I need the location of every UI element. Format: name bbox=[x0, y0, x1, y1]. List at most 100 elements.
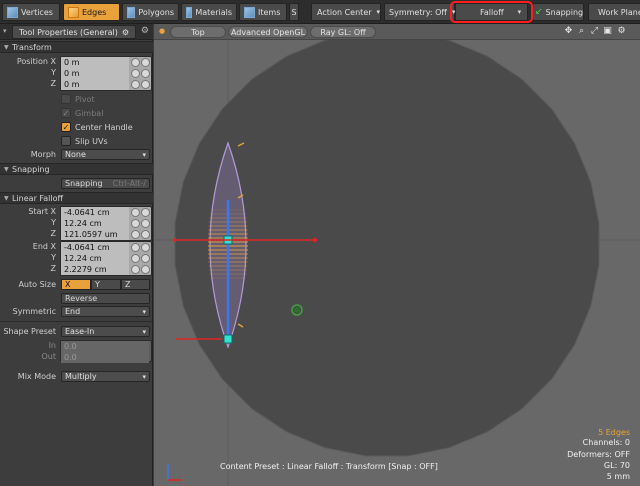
symmetric-label: Symmetric bbox=[12, 307, 56, 316]
view-type-button[interactable]: Top bbox=[170, 26, 226, 38]
gimbal-checkbox[interactable]: ✓ Gimbal bbox=[61, 107, 103, 119]
position-z-channel-icon[interactable] bbox=[130, 80, 150, 89]
end-y-label: Y bbox=[51, 253, 56, 262]
section-transform[interactable]: ▼ Transform bbox=[0, 41, 153, 53]
edges-mode-button[interactable]: Edges bbox=[63, 3, 120, 21]
chevron-down-icon: ▾ bbox=[376, 8, 381, 16]
app-window: Vertices Edges Polygons Materials Items … bbox=[0, 0, 640, 486]
fit-view-icon[interactable]: ⤢ bbox=[589, 26, 600, 37]
position-x-input[interactable]: 0 m bbox=[61, 57, 129, 68]
start-x-channel-icon[interactable] bbox=[130, 208, 150, 217]
snap-magnet-icon: ↙ bbox=[535, 7, 543, 17]
materials-mode-button[interactable]: Materials bbox=[181, 3, 237, 21]
position-y-input[interactable]: 0 m bbox=[61, 68, 129, 79]
end-x-input[interactable]: -4.0641 cm bbox=[61, 242, 129, 253]
start-y-input[interactable]: 12.24 cm bbox=[61, 218, 129, 229]
3d-viewport[interactable]: ● Top Advanced OpenGL Ray GL: Off ✥ ⌕ ⤢ … bbox=[154, 24, 640, 486]
end-z-input[interactable]: 2.2279 cm bbox=[61, 264, 129, 275]
checkmark-icon: ✓ bbox=[61, 108, 71, 118]
materials-cube-icon bbox=[186, 6, 193, 18]
end-x-channel-icon[interactable] bbox=[130, 243, 150, 252]
chevron-down-icon: ▾ bbox=[142, 373, 146, 381]
position-y-channel-icon[interactable] bbox=[130, 69, 150, 78]
end-z-channel-icon[interactable] bbox=[130, 265, 150, 274]
end-z-label: Z bbox=[50, 264, 56, 273]
chevron-down-icon: ▾ bbox=[142, 151, 146, 159]
panel-settings-icon[interactable]: ⚙ bbox=[141, 26, 149, 36]
renderer-button[interactable]: Advanced OpenGL bbox=[228, 26, 308, 38]
viewport-menu-icon[interactable]: ● bbox=[159, 27, 165, 35]
collapse-triangle-icon: ▼ bbox=[4, 166, 9, 173]
auto-size-y-button[interactable]: Y bbox=[91, 279, 121, 290]
zoom-view-icon[interactable]: ⌕ bbox=[576, 26, 587, 37]
start-y-channel-icon[interactable] bbox=[130, 219, 150, 228]
start-z-channel-icon[interactable] bbox=[130, 230, 150, 239]
collapse-triangle-icon: ▼ bbox=[4, 195, 9, 202]
move-view-icon[interactable]: ✥ bbox=[563, 26, 574, 37]
symmetry-dropdown[interactable]: Symmetry: Off ▾ bbox=[384, 3, 455, 21]
shape-preset-dropdown[interactable]: Ease-In ▾ bbox=[61, 326, 150, 337]
snapping-button[interactable]: ↙ Snapping bbox=[532, 3, 584, 21]
polygons-cube-icon bbox=[127, 6, 136, 18]
top-toolbar: Vertices Edges Polygons Materials Items … bbox=[0, 0, 640, 24]
channels-info: Channels: 0 bbox=[582, 438, 630, 447]
section-snapping[interactable]: ▼ Snapping bbox=[0, 163, 153, 175]
position-z-input[interactable]: 0 m bbox=[61, 79, 129, 90]
out-input[interactable]: 0.0 bbox=[61, 352, 149, 363]
more-modes-button[interactable]: S bbox=[289, 3, 299, 21]
mix-mode-label: Mix Mode bbox=[17, 372, 56, 381]
items-mode-button[interactable]: Items bbox=[239, 3, 287, 21]
gl-info: GL: 70 bbox=[603, 461, 630, 470]
collapse-triangle-icon: ▼ bbox=[4, 44, 9, 51]
mix-mode-dropdown[interactable]: Multiply ▾ bbox=[61, 371, 150, 382]
start-y-label: Y bbox=[51, 218, 56, 227]
position-x-channel-icon[interactable] bbox=[130, 58, 150, 67]
viewport-header: ● Top Advanced OpenGL Ray GL: Off ✥ ⌕ ⤢ … bbox=[154, 24, 640, 40]
end-y-input[interactable]: 12.24 cm bbox=[61, 253, 129, 264]
reverse-button[interactable]: Reverse bbox=[61, 293, 150, 304]
gear-icon[interactable]: ⚙ bbox=[616, 26, 627, 37]
auto-size-z-button[interactable]: Z bbox=[121, 279, 150, 290]
deformers-info: Deformers: OFF bbox=[567, 450, 630, 459]
selection-count: 5 Edges bbox=[598, 428, 630, 437]
center-handle-checkbox[interactable]: ✓ Center Handle bbox=[61, 121, 133, 133]
start-x-input[interactable]: -4.0641 cm bbox=[61, 207, 129, 218]
edges-cube-icon bbox=[68, 6, 79, 18]
gear-icon[interactable]: ⚙ bbox=[122, 28, 129, 37]
auto-size-axis-group: X Y Z bbox=[61, 279, 150, 290]
raygl-button[interactable]: Ray GL: Off bbox=[310, 26, 376, 38]
viewport-canvas[interactable] bbox=[154, 40, 640, 486]
auto-size-label: Auto Size bbox=[18, 280, 56, 289]
pivot-checkbox[interactable]: Pivot bbox=[61, 93, 95, 105]
polygons-mode-button[interactable]: Polygons bbox=[122, 3, 179, 21]
end-x-label: End X bbox=[32, 242, 56, 251]
in-input[interactable]: 0.0 bbox=[61, 341, 149, 352]
tab-tool-properties[interactable]: Tool Properties (General) ⚙ bbox=[12, 25, 136, 39]
center-marker-dot bbox=[294, 307, 300, 313]
chevron-down-icon: ▾ bbox=[142, 308, 146, 316]
start-z-input[interactable]: 121.0597 um bbox=[61, 229, 129, 240]
snapping-toggle-button[interactable]: Snapping Ctrl-Alt-/ bbox=[61, 178, 150, 189]
maximize-view-icon[interactable]: ▣ bbox=[602, 26, 613, 37]
symmetric-dropdown[interactable]: End ▾ bbox=[61, 306, 150, 317]
slip-uvs-checkbox[interactable]: Slip UVs bbox=[61, 135, 108, 147]
divider bbox=[0, 321, 153, 322]
work-plane-button[interactable]: Work Plane bbox=[588, 3, 640, 21]
panel-menu-icon[interactable]: ▾ bbox=[3, 27, 7, 35]
position-y-label: Y bbox=[51, 68, 56, 77]
in-label: In bbox=[48, 341, 56, 350]
x-arrow-head-left bbox=[172, 237, 176, 243]
action-center-dropdown[interactable]: Action Center ▾ bbox=[311, 3, 381, 21]
morph-label: Morph bbox=[30, 150, 56, 159]
chevron-down-icon: ▾ bbox=[142, 328, 146, 336]
vertices-mode-button[interactable]: Vertices bbox=[2, 3, 60, 21]
falloff-end-handle[interactable] bbox=[223, 334, 233, 344]
panel-tab-bar: ▾ Tool Properties (General) ⚙ ⚙ bbox=[0, 24, 153, 40]
items-cube-icon bbox=[244, 6, 255, 18]
auto-size-x-button[interactable]: X bbox=[61, 279, 91, 290]
start-z-label: Z bbox=[50, 229, 56, 238]
section-linear-falloff[interactable]: ▼ Linear Falloff bbox=[0, 192, 153, 204]
morph-dropdown[interactable]: None ▾ bbox=[61, 149, 150, 160]
grid-size-info: 5 mm bbox=[606, 472, 630, 481]
end-y-channel-icon[interactable] bbox=[130, 254, 150, 263]
